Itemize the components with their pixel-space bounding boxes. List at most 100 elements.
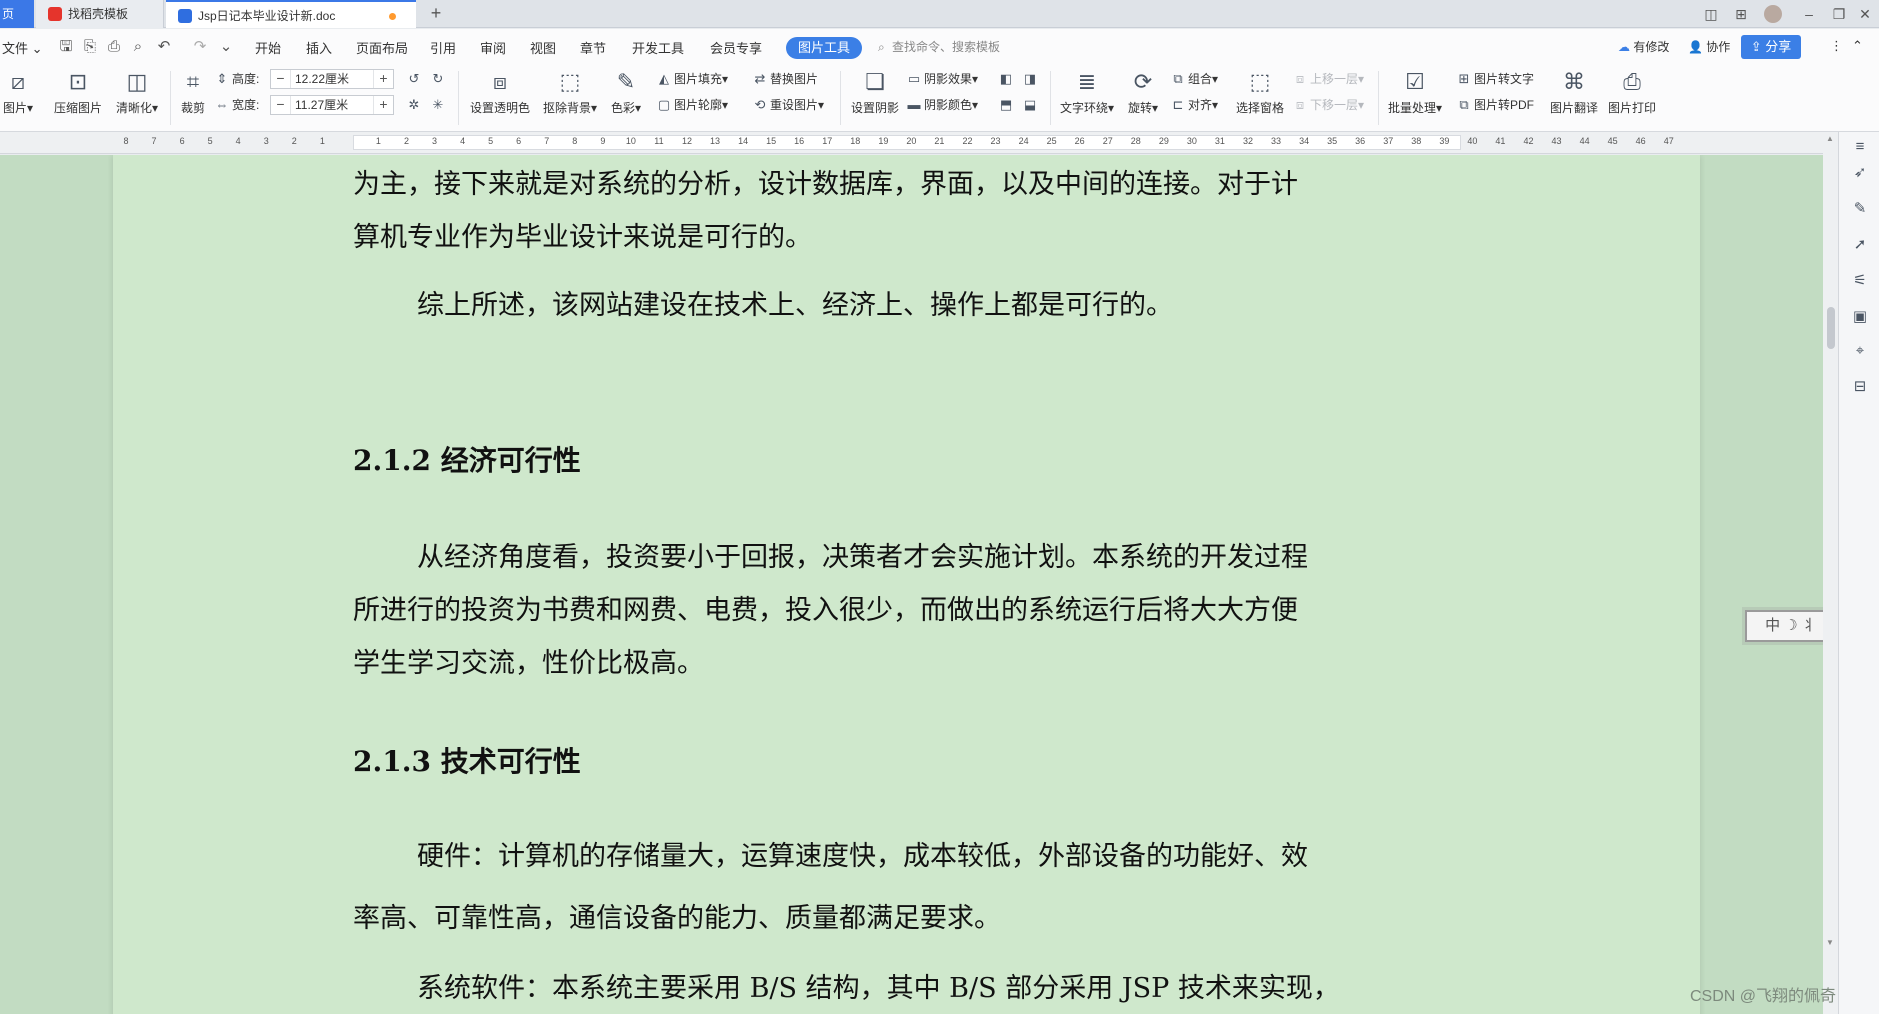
scroll-up-icon[interactable]: ▲ (1826, 134, 1834, 143)
remove-background-button[interactable]: ⬚ 抠除背景▾ (540, 69, 600, 116)
menu-developer[interactable]: 开发工具 (632, 38, 684, 57)
menu-member[interactable]: 会员专享 (710, 38, 762, 57)
collapse-panel-icon[interactable]: ≡ (1851, 138, 1869, 156)
menu-file[interactable]: 文件 ⌄ (2, 38, 43, 57)
menu-chapter[interactable]: 章节 (580, 38, 606, 57)
customize-toolbar-icon[interactable]: ⌄ (218, 39, 234, 55)
group-button[interactable]: ⧉ 组合▾ (1170, 69, 1218, 89)
picture-to-text-label: 图片转文字 (1474, 72, 1535, 86)
horizontal-ruler[interactable]: 8 7 6 5 4 3 2 1 1 2 3 4 5 6 7 8 9 10 11 12 13 14 15 16 17 18 19 20 2… (0, 132, 1838, 154)
replace-picture-button[interactable]: ⇄ 替换图片 (752, 69, 818, 89)
shadow-nudge-down-icon[interactable]: ⬓ (1022, 95, 1040, 115)
shadow-nudge-up-icon[interactable]: ⬒ (998, 95, 1016, 115)
width-input[interactable]: − 11.27厘米 + (270, 95, 394, 115)
picture-to-text-button[interactable]: ⊞ 图片转文字 (1456, 69, 1534, 89)
picture-translate-button[interactable]: ⌘ 图片翻译 (1548, 69, 1600, 116)
ruler-tick-label: 18 (850, 136, 861, 146)
image-panel-icon[interactable]: ▣ (1851, 308, 1869, 326)
collaborate-button[interactable]: 👤 协作 (1688, 38, 1730, 55)
select-cursor-icon[interactable]: ➚ (1851, 236, 1869, 254)
avatar[interactable] (1760, 0, 1786, 28)
batch-process-button[interactable]: ☑ 批量处理▾ (1386, 69, 1444, 116)
export-pdf-icon[interactable]: ⎘ (82, 39, 98, 55)
ruler-tick-label: 45 (1607, 136, 1618, 146)
height-label-text: 高度: (232, 72, 260, 86)
picture-print-button[interactable]: ⎙ 图片打印 (1606, 69, 1658, 116)
ruler-tick-label: 40 (1467, 136, 1478, 146)
save-icon[interactable]: 🖫 (58, 39, 74, 55)
picture-fill-button[interactable]: ◭ 图片填充▾ (656, 69, 728, 89)
text-wrap-button[interactable]: ≣ 文字环绕▾ (1058, 69, 1116, 116)
menu-view[interactable]: 视图 (530, 38, 556, 57)
rotate-left-icon[interactable]: ↺ (406, 69, 424, 89)
reset-size-icon[interactable]: ✳ (430, 95, 448, 115)
height-value[interactable]: 12.22厘米 (295, 70, 349, 88)
menu-references[interactable]: 引用 (430, 38, 456, 57)
picture-button[interactable]: ⧄ 图片▾ (0, 69, 36, 116)
set-shadow-button[interactable]: ❏ 设置阴影 (848, 69, 902, 116)
collapse-ribbon-icon[interactable]: ⌃ (1852, 38, 1863, 54)
command-search[interactable]: ⌕ 查找命令、搜索模板 (878, 38, 1028, 56)
crop-button[interactable]: ⌗ 裁剪 (176, 69, 210, 116)
tab-template[interactable]: 找稻壳模板 (36, 0, 164, 28)
scroll-thumb[interactable] (1827, 307, 1835, 349)
tab-picture-tools[interactable]: 图片工具 (786, 37, 862, 59)
tab-document[interactable]: Jsp日记本毕业设计新.doc (166, 0, 416, 28)
rocket-icon[interactable]: ➶ (1851, 164, 1869, 182)
height-increase-button[interactable]: + (373, 70, 393, 88)
menu-start[interactable]: 开始 (255, 38, 281, 57)
minimize-button[interactable]: – (1796, 0, 1822, 28)
lock-ratio-icon[interactable]: ✲ (406, 95, 424, 115)
compress-button[interactable]: ⊡ 压缩图片 (52, 69, 104, 116)
new-tab-button[interactable]: + (426, 0, 446, 28)
document-page[interactable]: 为主，接下来就是对系统的分析，设计数据库，界面，以及中间的连接。对于计 算机专业… (113, 155, 1700, 1014)
menu-review[interactable]: 审阅 (480, 38, 506, 57)
width-increase-button[interactable]: + (373, 96, 393, 114)
reset-picture-button[interactable]: ⟲ 重设图片▾ (752, 95, 825, 115)
batch-process-label: 批量处理 (1387, 101, 1436, 115)
send-backward-button[interactable]: ⧈ 下移一层▾ (1292, 95, 1364, 115)
apps-grid-icon[interactable]: ⊞ (1728, 0, 1754, 28)
outline-icon: ▢ (657, 97, 671, 112)
rotate-right-icon[interactable]: ↻ (430, 69, 448, 89)
print-preview-icon[interactable]: ⌕ (130, 39, 146, 55)
menu-page-layout[interactable]: 页面布局 (356, 38, 408, 57)
edit-icon[interactable]: ✎ (1851, 200, 1869, 218)
share-button[interactable]: ⇪ 分享 (1741, 35, 1801, 59)
vertical-scrollbar[interactable]: ▲ ▼ (1823, 132, 1838, 1014)
print-icon[interactable]: ⎙ (106, 39, 122, 55)
width-decrease-button[interactable]: − (271, 96, 291, 114)
color-button[interactable]: ✎ 色彩▾ (606, 69, 646, 116)
set-transparent-button[interactable]: ⧈ 设置透明色 (468, 69, 532, 116)
bring-forward-button[interactable]: ⧈ 上移一层▾ (1292, 69, 1364, 89)
height-input[interactable]: − 12.22厘米 + (270, 69, 394, 89)
revisions-button[interactable]: ☁ 有修改 (1618, 38, 1669, 55)
close-button[interactable]: ✕ (1852, 0, 1878, 28)
ruler-tick-label: 23 (990, 136, 1001, 146)
menu-insert[interactable]: 插入 (306, 38, 332, 57)
picture-to-pdf-button[interactable]: ⧉ 图片转PDF (1456, 95, 1534, 115)
shadow-color-button[interactable]: ▬ 阴影颜色▾ (906, 95, 979, 115)
width-value[interactable]: 11.27厘米 (295, 96, 348, 114)
more-icon[interactable]: ⋮ (1830, 38, 1843, 54)
shadow-effect-button[interactable]: ▭ 阴影效果▾ (906, 69, 978, 89)
layout-icon[interactable]: ◫ (1698, 0, 1724, 28)
shadow-nudge-right-icon[interactable]: ◨ (1022, 69, 1040, 89)
rotate-button[interactable]: ⟳ 旋转▾ (1124, 69, 1162, 116)
scroll-down-icon[interactable]: ▼ (1826, 938, 1834, 947)
sharpen-button[interactable]: ◫ 清晰化▾ (112, 69, 162, 116)
ruler-tick-label: 25 (1046, 136, 1057, 146)
restore-button[interactable]: ❐ (1826, 0, 1852, 28)
ruler-tick-label: 27 (1102, 136, 1113, 146)
location-icon[interactable]: ⌖ (1851, 342, 1869, 360)
redo-icon[interactable]: ↷ (192, 39, 208, 55)
align-button[interactable]: ⊏ 对齐▾ (1170, 95, 1219, 115)
book-icon[interactable]: ⊟ (1851, 378, 1869, 396)
height-decrease-button[interactable]: − (271, 70, 291, 88)
undo-icon[interactable]: ↶ (156, 39, 172, 55)
picture-outline-button[interactable]: ▢ 图片轮廓▾ (656, 95, 728, 115)
shadow-nudge-left-icon[interactable]: ◧ (998, 69, 1016, 89)
tab-home[interactable]: 页 (0, 0, 34, 28)
adjust-icon[interactable]: ⚟ (1851, 272, 1869, 290)
selection-pane-button[interactable]: ⬚ 选择窗格 (1234, 69, 1286, 116)
